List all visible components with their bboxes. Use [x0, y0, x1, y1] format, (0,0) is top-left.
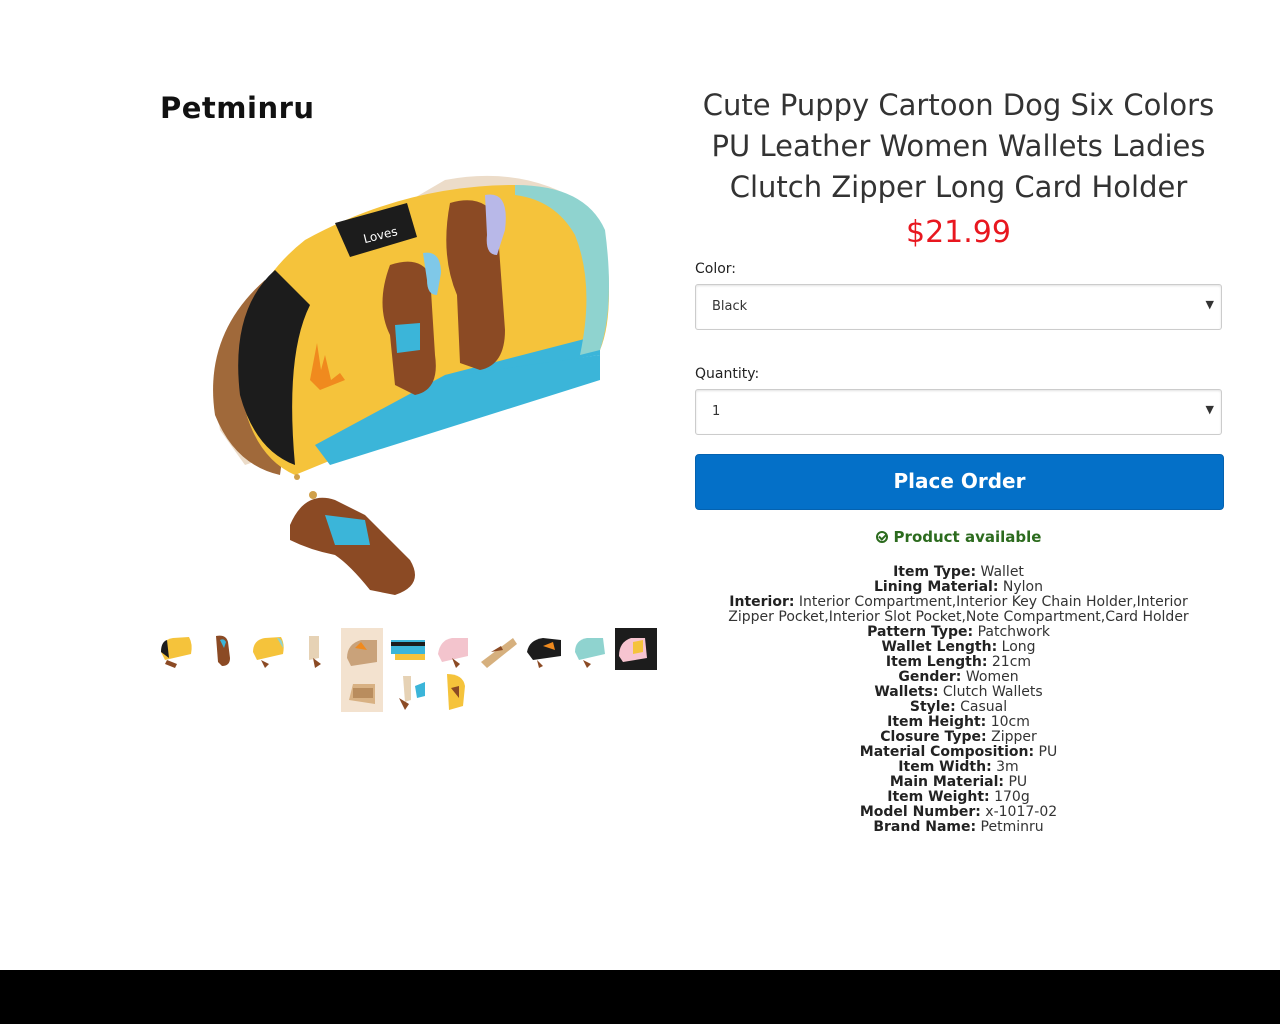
- thumbnail-8[interactable]: [477, 628, 519, 670]
- spec-line: Item Length: 21cm: [885, 654, 1032, 670]
- thumbnail-4[interactable]: [293, 628, 335, 670]
- color-label: Color:: [695, 261, 737, 277]
- thumbnail-11[interactable]: [615, 628, 657, 670]
- brand-logo: Petminru: [160, 91, 315, 125]
- chevron-down-icon: ▼: [1205, 403, 1214, 416]
- color-select[interactable]: Black ▼: [695, 284, 1222, 330]
- main-product-image[interactable]: Petminru Loves: [145, 85, 665, 615]
- spec-line: Style: Casual: [909, 699, 1008, 715]
- thumbnail-10[interactable]: [569, 628, 611, 670]
- spec-line: Material Composition: PU: [859, 744, 1058, 760]
- spec-line: Pattern Type: Patchwork: [867, 624, 1050, 640]
- spec-line: Item Width: 3m: [898, 759, 1019, 775]
- spec-line: Wallet Length: Long: [881, 639, 1036, 655]
- quantity-select[interactable]: 1 ▼: [695, 389, 1222, 435]
- spec-line: Item Type: Wallet: [893, 564, 1024, 580]
- spec-line: Closure Type: Zipper: [880, 729, 1037, 745]
- thumbnail-13[interactable]: [389, 670, 431, 712]
- thumbnail-7[interactable]: [432, 628, 474, 670]
- check-circle-icon: [875, 531, 888, 543]
- color-select-value: Black: [712, 299, 748, 314]
- spec-line: Wallets: Clutch Wallets: [874, 684, 1043, 700]
- product-gallery: Petminru Loves: [145, 85, 665, 615]
- quantity-label: Quantity:: [695, 366, 760, 382]
- spec-line: Gender: Women: [898, 669, 1019, 685]
- thumbnail-3[interactable]: [247, 628, 289, 670]
- product-specs: Item Type: Wallet Lining Material: Nylon…: [695, 565, 1222, 835]
- spec-line: Item Height: 10cm: [887, 714, 1030, 730]
- thumbnail-6[interactable]: [387, 628, 429, 670]
- availability-text: Product available: [893, 528, 1042, 546]
- wallet-illustration: Loves: [213, 175, 609, 595]
- thumbnail-12[interactable]: [341, 670, 383, 712]
- spec-line: Interior: Interior Compartment,Interior …: [728, 594, 1189, 625]
- thumbnail-2[interactable]: [202, 628, 244, 670]
- thumbnail-9[interactable]: [523, 628, 565, 670]
- place-order-button[interactable]: Place Order: [695, 454, 1224, 510]
- product-title: Cute Puppy Cartoon Dog Six Colors PU Lea…: [702, 88, 1215, 204]
- chevron-down-icon: ▼: [1205, 298, 1214, 311]
- spec-line: Lining Material: Nylon: [873, 579, 1043, 595]
- thumbnail-14[interactable]: [433, 670, 475, 712]
- spec-line: Main Material: PU: [889, 774, 1028, 790]
- quantity-select-value: 1: [712, 404, 721, 419]
- spec-line: Brand Name: Petminru: [873, 819, 1044, 835]
- thumbnail-1[interactable]: [155, 628, 197, 670]
- thumbnail-5[interactable]: [341, 628, 383, 670]
- footer-bar: [0, 970, 1280, 1024]
- spec-line: Item Weight: 170g: [887, 789, 1030, 805]
- product-price: $21.99: [906, 215, 1011, 250]
- availability-status: Product available: [695, 528, 1222, 546]
- spec-line: Model Number: x-1017-02: [859, 804, 1058, 820]
